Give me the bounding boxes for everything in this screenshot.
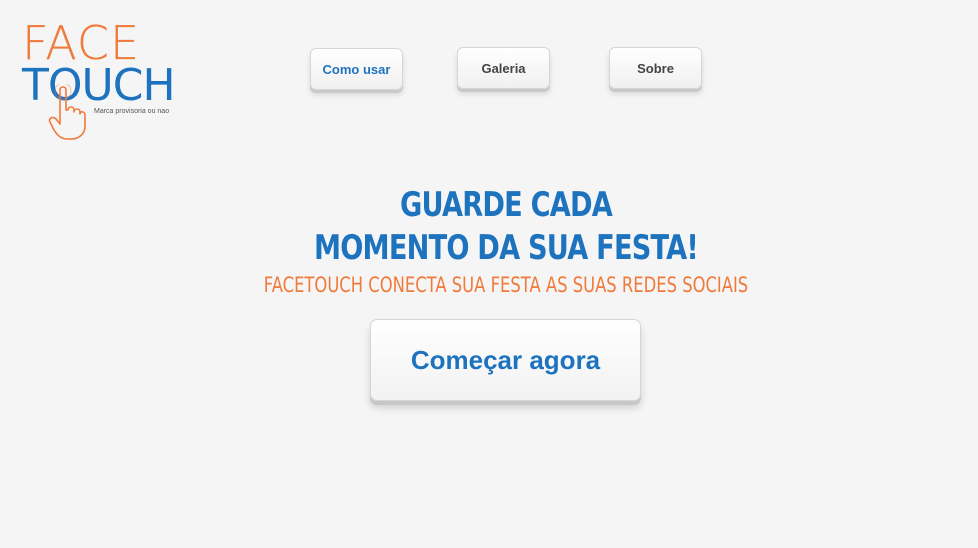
nav-button-como-usar[interactable]: Como usar [310,48,403,90]
hand-pointer-icon [48,84,86,140]
nav-button-sobre[interactable]: Sobre [609,47,702,89]
start-now-button[interactable]: Começar agora [370,319,641,401]
hero-subheadline: FACETOUCH CONECTA SUA FESTA AS SUAS REDE… [263,273,749,297]
logo[interactable]: FACE TOUCH Marca provisoria ou nao [20,20,180,140]
logo-tagline: Marca provisoria ou nao [94,108,170,115]
logo-touch-text: TOUCH [22,60,176,111]
hero-headline-line2: MOMENTO DA SUA FESTA! [313,228,699,268]
hero-headline-line1: GUARDE CADA [399,185,613,225]
nav-button-galeria[interactable]: Galeria [457,47,550,89]
